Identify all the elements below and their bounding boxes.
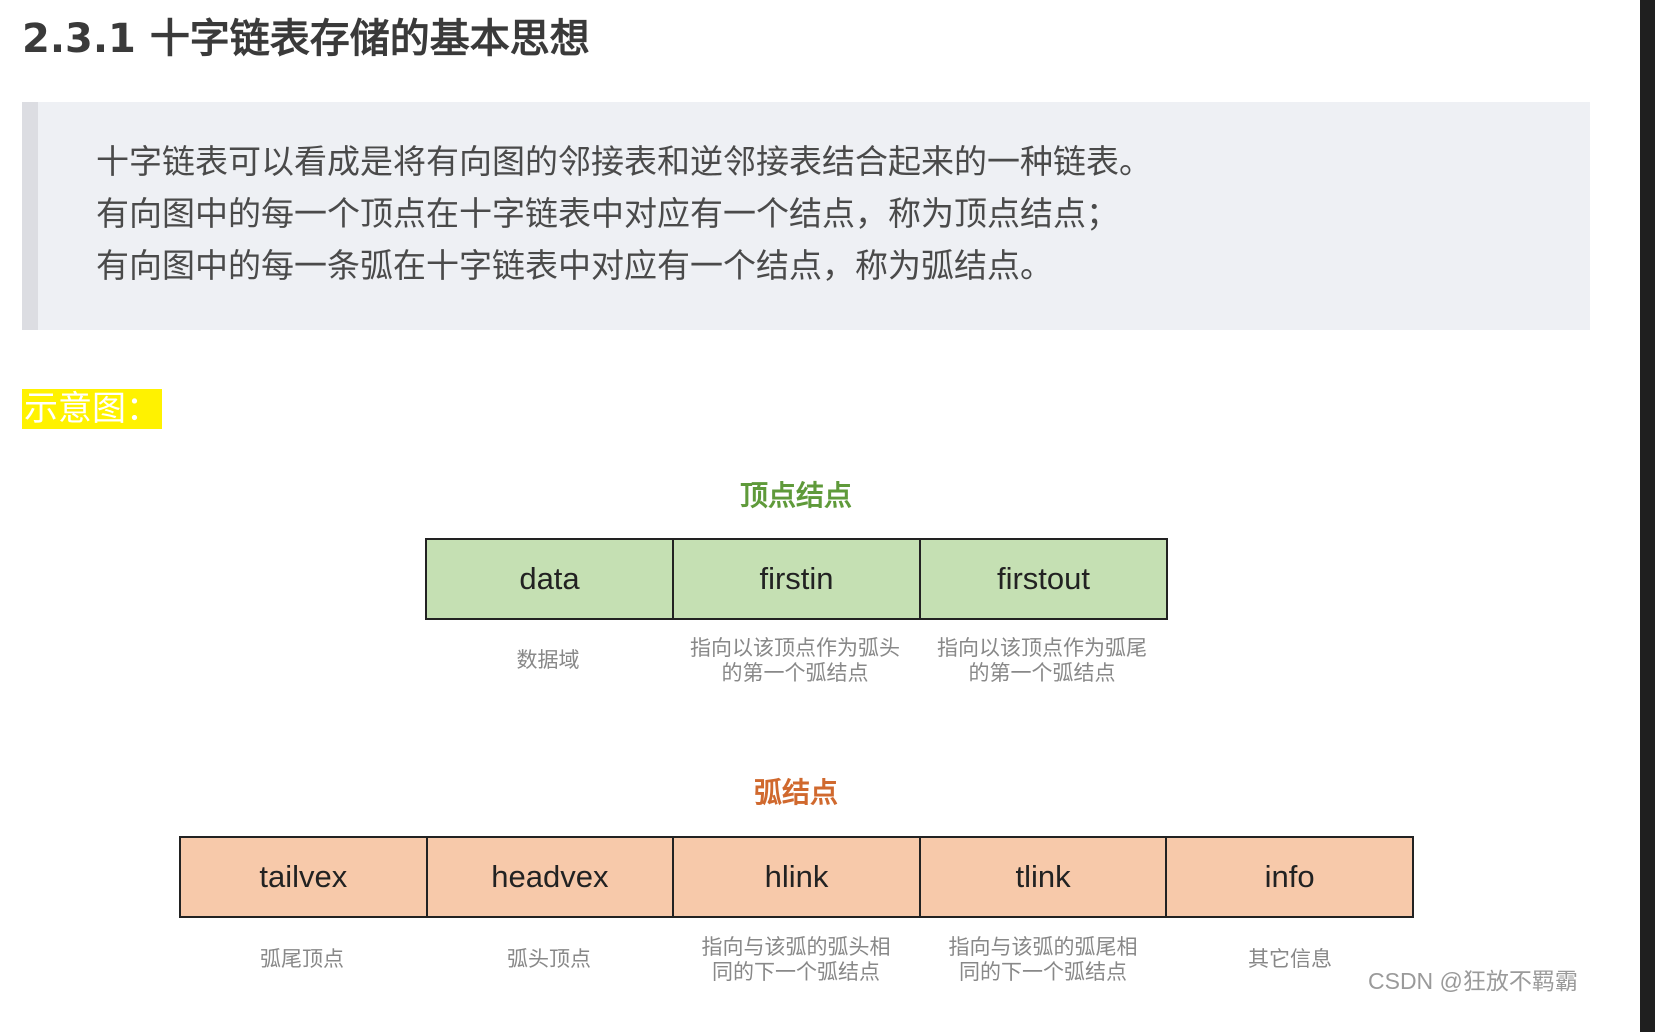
- arc-desc-headvex: 弧头顶点: [507, 947, 591, 971]
- arc-desc-tlink: 指向与该弧的弧尾相 同的下一个弧结点: [948, 935, 1138, 984]
- quote-line-2: 有向图中的每一个顶点在十字链表中对应有一个结点，称为顶点结点；: [96, 194, 1119, 233]
- vertex-desc-firstin: 指向以该顶点作为弧头 的第一个弧结点: [690, 636, 900, 685]
- vertex-field-firstin: firstin: [674, 540, 921, 618]
- arc-field-tlink: tlink: [921, 838, 1168, 916]
- vertex-desc-firstout: 指向以该顶点作为弧尾 的第一个弧结点: [937, 636, 1147, 685]
- vertex-desc-data: 数据域: [516, 648, 580, 672]
- diagram-label-highlight: 示意图：: [22, 389, 162, 429]
- quote-line-1: 十字链表可以看成是将有向图的邻接表和逆邻接表结合起来的一种链表。: [96, 142, 1152, 181]
- arc-node-title: 弧结点: [753, 776, 838, 809]
- quote-line-3: 有向图中的每一条弧在十字链表中对应有一个结点，称为弧结点。: [96, 246, 1053, 285]
- section-heading: 2.3.1 十字链表存储的基本思想: [22, 16, 590, 62]
- vertex-node-title: 顶点结点: [739, 479, 852, 512]
- arc-field-tailvex: tailvex: [181, 838, 428, 916]
- blockquote: 十字链表可以看成是将有向图的邻接表和逆邻接表结合起来的一种链表。 有向图中的每一…: [22, 102, 1590, 330]
- arc-desc-tailvex: 弧尾顶点: [260, 947, 344, 971]
- arc-field-info: info: [1264, 859, 1315, 894]
- vertex-field-data: data: [427, 540, 674, 618]
- vertex-field-firstout: firstout: [996, 561, 1091, 596]
- arc-field-headvex: headvex: [428, 838, 675, 916]
- csdn-watermark: CSDN @狂放不羁霸: [1368, 968, 1578, 994]
- arc-node-structure: tailvex headvex hlink tlink info: [179, 836, 1414, 918]
- arc-desc-hlink: 指向与该弧的弧头相 同的下一个弧结点: [701, 935, 891, 984]
- arc-field-hlink: hlink: [674, 838, 921, 916]
- window-edge: [1640, 0, 1655, 1032]
- vertex-node-structure: data firstin firstout: [425, 538, 1168, 620]
